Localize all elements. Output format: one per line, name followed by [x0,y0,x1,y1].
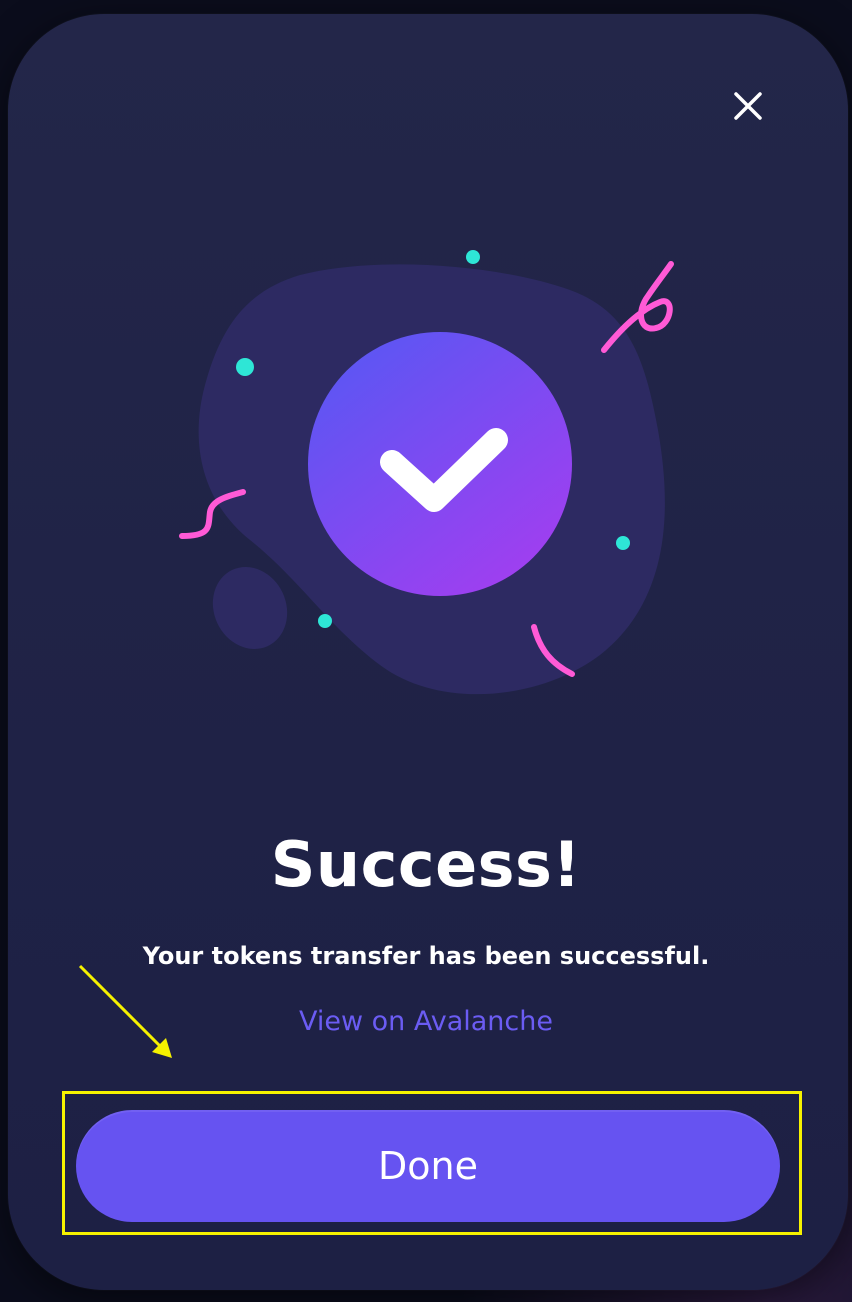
success-circle [308,332,572,596]
confetti-dot [236,358,254,376]
confetti-dot [616,536,630,550]
success-illustration [179,250,674,695]
done-button-label: Done [378,1144,478,1188]
done-button[interactable]: Done [76,1110,780,1222]
confetti-dot [466,250,480,264]
success-title: Success! [270,828,582,901]
confetti-dot [318,614,332,628]
annotation-arrow-icon [78,964,172,1058]
confetti-squiggle [601,261,674,353]
